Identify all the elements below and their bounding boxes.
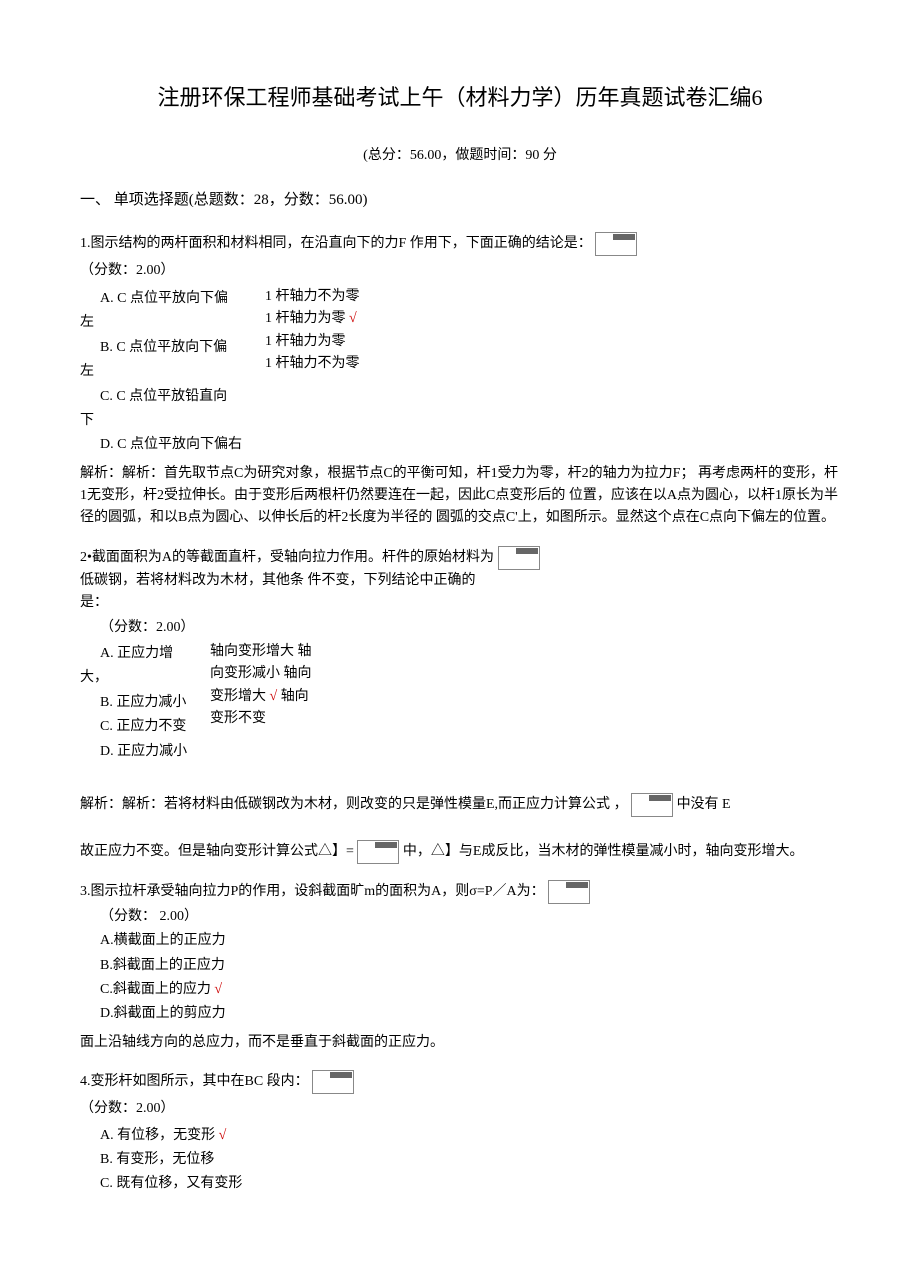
q1-opt-b-cont: 左 bbox=[80, 361, 265, 383]
q1-opt-c: C. C 点位平放铅直向 bbox=[100, 386, 265, 408]
q1-opt-a-cont: 左 bbox=[80, 312, 265, 334]
q2-rb-text: 变形增大 bbox=[210, 689, 270, 704]
q2-options: A. 正应力增 大， B. 正应力减小 C. 正应力不变 D. 正应力减小 轴向… bbox=[80, 641, 840, 765]
q1-opt-d: D. C 点位平放向下偏右 bbox=[100, 434, 840, 456]
q2-ra1: 轴向变形增大 轴 bbox=[210, 641, 312, 663]
q1-text-content: 1.图示结构的两杆面积和材料相同，在沿直向下的力F 作用下，下面正确的结论是： bbox=[80, 236, 592, 251]
q4-text: 4.变形杆如图所示，其中在BC 段内： bbox=[80, 1070, 840, 1094]
q3-analysis: 面上沿轴线方向的总应力，而不是垂直于斜截面的正应力。 bbox=[80, 1032, 840, 1054]
q1-r2-text: 1 杆轴力为零 bbox=[265, 311, 349, 326]
q2-rb: 变形增大 √ 轴向 bbox=[210, 686, 312, 708]
correct-mark-icon: √ bbox=[214, 982, 222, 997]
q2-options-left: A. 正应力增 大， B. 正应力减小 C. 正应力不变 D. 正应力减小 bbox=[80, 641, 210, 765]
formula-placeholder-icon bbox=[631, 793, 673, 817]
q1-opt-c-cont: 下 bbox=[80, 410, 265, 432]
q3-text: 3.图示拉杆承受轴向拉力P的作用，设斜截面旷m的面积为A，则σ=P／A为： bbox=[80, 880, 840, 904]
q3-score: （分数： 2.00） bbox=[100, 906, 840, 928]
q2-rc: 变形不变 bbox=[210, 708, 312, 730]
q2-a-p1a: 解析：解析：若将材料由低碳钢改为木材，则改变的只是弹性模量E,而正应力计算公式 bbox=[80, 798, 610, 813]
q1-r2: 1 杆轴力为零 √ bbox=[265, 308, 360, 330]
figure-placeholder-icon bbox=[312, 1070, 354, 1094]
q2-ra2: 向变形减小 轴向 bbox=[210, 663, 312, 685]
page-title: 注册环保工程师基础考试上午（材料力学）历年真题试卷汇编6 bbox=[80, 80, 840, 115]
q2-text: 2•截面面积为A的等截面直杆，受轴向拉力作用。杆件的原始材料为 低碳钢，若将材料… bbox=[80, 546, 840, 615]
q4-opt-b: B. 有变形，无位移 bbox=[100, 1149, 840, 1171]
q3-opt-b: B.斜截面上的正应力 bbox=[100, 955, 840, 977]
q1-score: （分数：2.00） bbox=[80, 260, 840, 282]
q2-opt-b: B. 正应力减小 bbox=[100, 692, 210, 714]
figure-placeholder-icon bbox=[498, 546, 540, 570]
q1-analysis: 解析：解析：首先取节点C为研究对象，根据节点C的平衡可知，杆1受力为零，杆2的轴… bbox=[80, 463, 840, 530]
q1-options-left: A. C 点位平放向下偏 左 B. C 点位平放向下偏 左 C. C 点位平放铅… bbox=[80, 286, 265, 432]
q4-text-content: 4.变形杆如图所示，其中在BC 段内： bbox=[80, 1074, 309, 1089]
correct-mark-icon: √ bbox=[219, 1128, 227, 1143]
q2-a-p1b: ， bbox=[614, 798, 628, 813]
q3-text-content: 3.图示拉杆承受轴向拉力P的作用，设斜截面旷m的面积为A，则σ=P／A为： bbox=[80, 884, 545, 899]
q4-score: （分数：2.00） bbox=[80, 1098, 840, 1120]
q1-opt-a: A. C 点位平放向下偏 bbox=[100, 288, 265, 310]
figure-placeholder-icon bbox=[595, 232, 637, 256]
q2-l3: 是： bbox=[80, 595, 108, 610]
q3-opt-c-text: C.斜截面上的应力 bbox=[100, 982, 214, 997]
q1-options-right: 1 杆轴力不为零 1 杆轴力为零 √ 1 杆轴力为零 1 杆轴力不为零 bbox=[265, 286, 360, 432]
figure-placeholder-icon bbox=[548, 880, 590, 904]
correct-mark-icon: √ bbox=[349, 311, 357, 326]
q2-a-p2b: 中，△】与E成反比，当木材的弹性模量减小时，轴向变形增大。 bbox=[403, 844, 804, 859]
q2-a-p2a: 故正应力不变。但是轴向变形计算公式△】= bbox=[80, 844, 354, 859]
formula-placeholder-icon bbox=[357, 840, 399, 864]
exam-meta: (总分：56.00，做题时间：90 分 bbox=[80, 145, 840, 167]
q1-options: A. C 点位平放向下偏 左 B. C 点位平放向下偏 左 C. C 点位平放铅… bbox=[80, 286, 840, 432]
q2-analysis: 解析：解析：若将材料由低碳钢改为木材，则改变的只是弹性模量E,而正应力计算公式 … bbox=[80, 793, 840, 863]
q1-r3: 1 杆轴力为零 bbox=[265, 331, 360, 353]
q3-opt-c: C.斜截面上的应力 √ bbox=[100, 979, 840, 1001]
section-heading: 一、 单项选择题(总题数：28，分数：56.00) bbox=[80, 188, 840, 212]
q2-a-p1c: 中没有 E bbox=[677, 798, 731, 813]
q2-opt-a: A. 正应力增 bbox=[100, 643, 210, 665]
q1-r4: 1 杆轴力不为零 bbox=[265, 353, 360, 375]
q2-opt-c: C. 正应力不变 bbox=[100, 716, 210, 738]
q2-opt-d: D. 正应力减小 bbox=[100, 741, 210, 763]
q2-opt-a-cont: 大， bbox=[80, 667, 210, 689]
q4-opt-a-text: A. 有位移，无变形 bbox=[100, 1128, 219, 1143]
q2-l1: 2•截面面积为A的等截面直杆，受轴向拉力作用。杆件的原始材料为 bbox=[80, 550, 494, 565]
q4-opt-a: A. 有位移，无变形 √ bbox=[100, 1125, 840, 1147]
q2-rb-text2: 轴向 bbox=[277, 689, 309, 704]
q2-l2: 低碳钢，若将材料改为木材，其他条 件不变，下列结论中正确的 bbox=[80, 573, 476, 588]
q3-opt-a: A.横截面上的正应力 bbox=[100, 930, 840, 952]
q1-text: 1.图示结构的两杆面积和材料相同，在沿直向下的力F 作用下，下面正确的结论是： bbox=[80, 232, 840, 256]
q3-opt-d: D.斜截面上的剪应力 bbox=[100, 1003, 840, 1025]
q1-r1: 1 杆轴力不为零 bbox=[265, 286, 360, 308]
q2-score: （分数：2.00） bbox=[100, 617, 840, 639]
q4-opt-c: C. 既有位移，又有变形 bbox=[100, 1173, 840, 1195]
q1-opt-b: B. C 点位平放向下偏 bbox=[100, 337, 265, 359]
q2-options-right: 轴向变形增大 轴 向变形减小 轴向 变形增大 √ 轴向 变形不变 bbox=[210, 641, 312, 765]
